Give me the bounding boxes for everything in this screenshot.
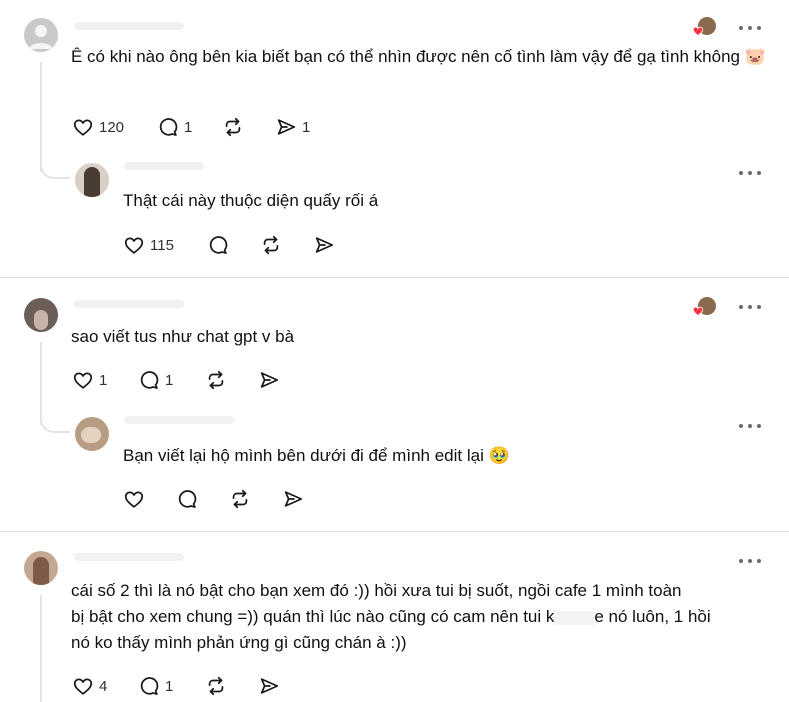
share-button[interactable]	[258, 369, 280, 391]
like-count: 115	[150, 236, 174, 254]
reply-icon	[138, 369, 160, 391]
avatar-photo	[81, 427, 101, 443]
repost-icon	[222, 116, 244, 138]
pleading-face-emoji: 🥹	[488, 446, 510, 465]
repost-icon	[260, 234, 282, 256]
avatar[interactable]	[24, 298, 58, 332]
avatar-photo	[84, 167, 100, 197]
share-button[interactable]: 1	[275, 116, 310, 138]
heart-filled-icon	[692, 306, 704, 316]
username[interactable]	[124, 416, 234, 424]
more-options-icon[interactable]	[739, 170, 761, 176]
reply-icon	[207, 234, 229, 256]
repost-icon	[205, 675, 227, 697]
pig-emoji: 🐷	[744, 47, 766, 66]
share-count: 1	[302, 118, 311, 136]
like-button[interactable]: 115	[123, 234, 174, 256]
thread-line	[40, 342, 42, 425]
more-options-icon[interactable]	[739, 423, 761, 429]
avatar-photo	[34, 310, 48, 330]
default-avatar-icon	[29, 25, 53, 49]
reply-icon	[157, 116, 179, 138]
comment-text: Ê có khi nào ông bên kia biết bạn có thể…	[71, 47, 766, 66]
share-icon	[258, 369, 280, 391]
share-button[interactable]	[313, 234, 335, 256]
thread-connector	[40, 163, 70, 179]
share-icon	[275, 116, 297, 138]
repost-button[interactable]	[260, 234, 282, 256]
like-button[interactable]: 120	[72, 116, 124, 138]
like-button[interactable]: 1	[72, 369, 107, 391]
reply-count: 1	[165, 371, 174, 389]
username[interactable]	[74, 300, 184, 308]
thread-line	[40, 62, 42, 172]
repost-button[interactable]	[205, 369, 227, 391]
author-liked-badge	[692, 17, 716, 39]
username[interactable]	[74, 22, 184, 30]
heart-icon	[72, 116, 94, 138]
avatar-photo	[33, 557, 49, 585]
heart-icon	[72, 369, 94, 391]
share-button[interactable]	[282, 488, 304, 510]
username[interactable]	[124, 162, 204, 170]
reply-button[interactable]: 1	[157, 116, 192, 138]
divider	[0, 277, 789, 278]
share-button[interactable]	[258, 675, 280, 697]
heart-icon	[72, 675, 94, 697]
comment-text: Bạn viết lại hộ mình bên dưới đi để mình…	[123, 446, 510, 465]
reply-button[interactable]: 1	[138, 675, 173, 697]
repost-button[interactable]	[229, 488, 251, 510]
like-count: 4	[99, 677, 108, 695]
reply-button[interactable]: 1	[138, 369, 173, 391]
comment-text: cái số 2 thì là nó bật cho bạn xem đó :)…	[71, 581, 711, 652]
like-count: 120	[99, 118, 125, 136]
avatar[interactable]	[24, 551, 58, 585]
comment-text: Thật cái này thuộc diện quấy rối á	[123, 191, 379, 210]
reply-button[interactable]	[207, 234, 229, 256]
share-icon	[258, 675, 280, 697]
more-options-icon[interactable]	[739, 558, 761, 564]
obscured-text	[554, 610, 595, 625]
reply-count: 1	[184, 118, 193, 136]
more-options-icon[interactable]	[739, 304, 761, 310]
reply-button[interactable]	[176, 488, 198, 510]
thread-connector	[40, 417, 70, 433]
avatar[interactable]	[24, 18, 58, 52]
share-icon	[313, 234, 335, 256]
divider	[0, 531, 789, 532]
more-options-icon[interactable]	[739, 25, 761, 31]
like-count: 1	[99, 371, 108, 389]
username[interactable]	[74, 553, 184, 561]
repost-button[interactable]	[205, 675, 227, 697]
like-button[interactable]	[123, 488, 145, 510]
reply-icon	[138, 675, 160, 697]
repost-button[interactable]	[222, 116, 244, 138]
repost-icon	[205, 369, 227, 391]
heart-icon	[123, 234, 145, 256]
avatar[interactable]	[75, 417, 109, 451]
heart-filled-icon	[692, 26, 704, 36]
repost-icon	[229, 488, 251, 510]
author-liked-badge	[692, 297, 716, 319]
comment-text: sao viết tus như chat gpt v bà	[71, 327, 295, 346]
reply-icon	[176, 488, 198, 510]
avatar[interactable]	[75, 163, 109, 197]
thread-line	[40, 595, 42, 702]
heart-icon	[123, 488, 145, 510]
like-button[interactable]: 4	[72, 675, 107, 697]
reply-count: 1	[165, 677, 174, 695]
share-icon	[282, 488, 304, 510]
